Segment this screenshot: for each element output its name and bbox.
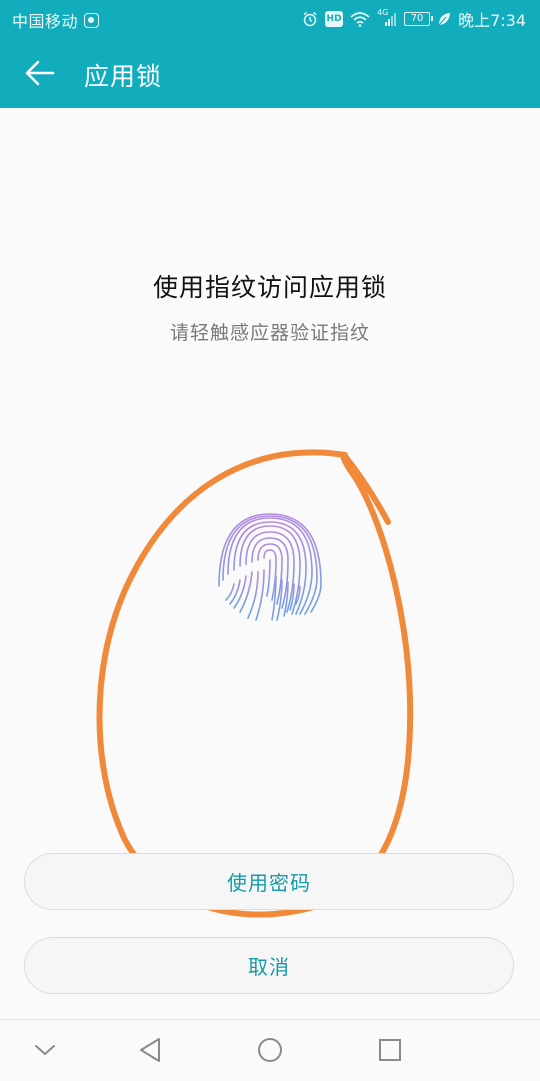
leaf-icon (438, 13, 451, 26)
use-password-button[interactable]: 使用密码 (24, 853, 514, 910)
status-bar: 中国移动 HD 4G 70 晚上7:34 (0, 0, 540, 38)
nav-back-button[interactable] (128, 1020, 172, 1080)
back-triangle-icon (140, 1038, 160, 1062)
fingerprint-icon (218, 513, 322, 621)
collapse-nav-button[interactable] (24, 1020, 66, 1080)
back-arrow-icon (25, 60, 55, 86)
back-button[interactable] (20, 55, 60, 91)
nav-recents-button[interactable] (368, 1020, 412, 1080)
home-circle-icon (258, 1038, 282, 1062)
carrier-app-icon (84, 12, 100, 28)
clock: 晚上7:34 (458, 11, 526, 30)
prompt-subtitle: 请轻触感应器验证指纹 (169, 322, 370, 344)
signal-icon: 4G (377, 8, 397, 27)
alarm-icon (303, 11, 317, 27)
collapse-chevron-icon (35, 1045, 55, 1055)
status-right: HD 4G 70 晚上7:34 (302, 7, 526, 31)
nav-home-button[interactable] (248, 1020, 292, 1080)
navigation-bar (0, 1019, 540, 1081)
hd-icon: HD (325, 11, 344, 27)
prompt-title: 使用指纹访问应用锁 (152, 273, 387, 302)
status-left: 中国移动 (12, 8, 100, 32)
battery-icon: 70 (404, 12, 434, 26)
page-title: 应用锁 (84, 62, 163, 91)
cancel-button[interactable]: 取消 (24, 937, 514, 994)
carrier-name: 中国移动 (12, 12, 79, 31)
wifi-icon (350, 12, 370, 27)
recents-square-icon (379, 1039, 401, 1061)
app-bar: 应用锁 (0, 38, 540, 108)
